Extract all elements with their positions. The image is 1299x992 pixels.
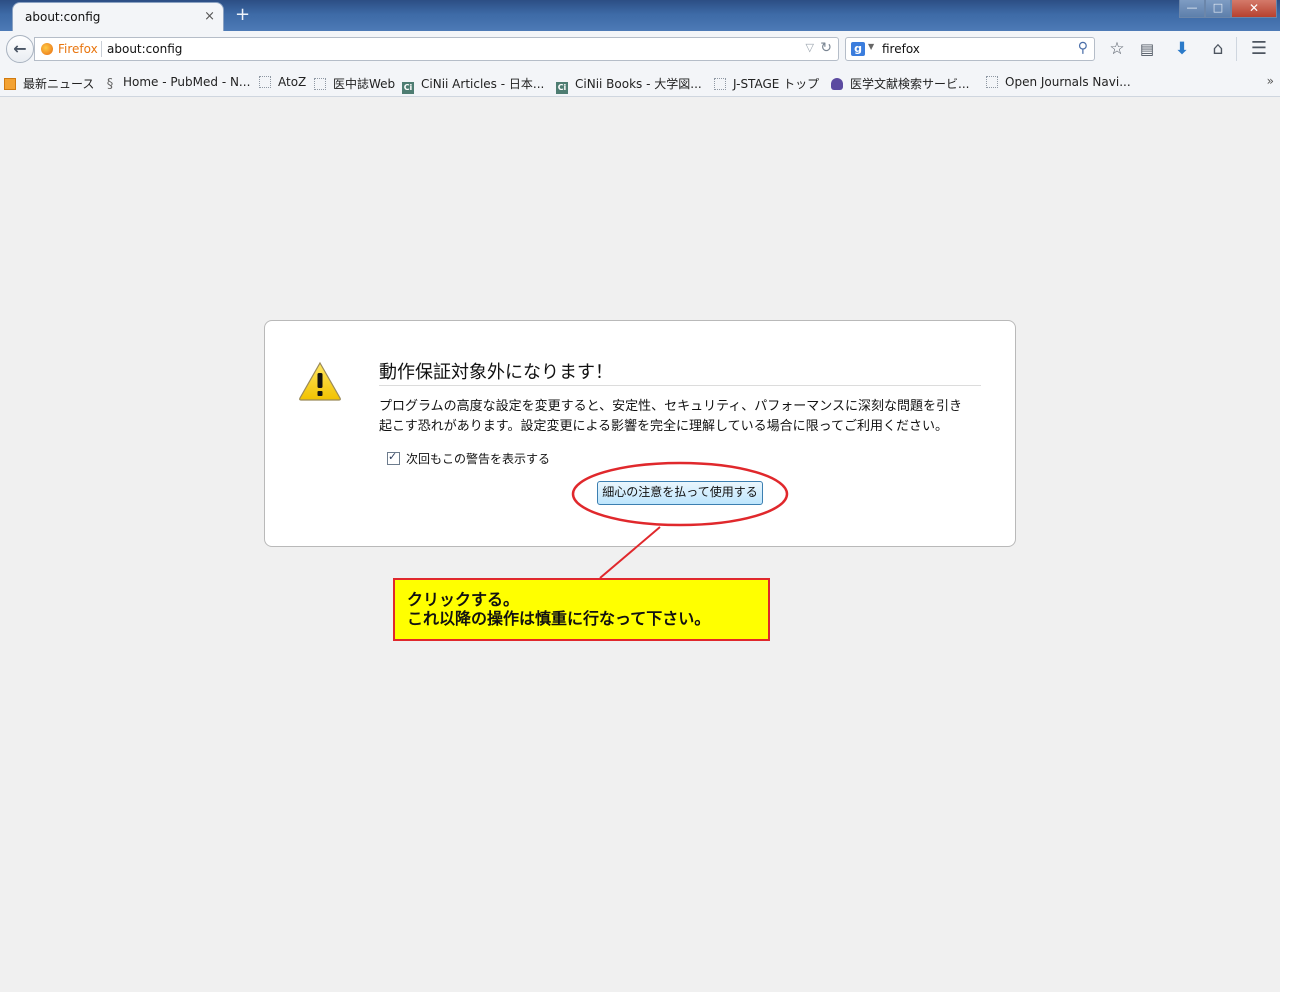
annotation-overlay: [571, 461, 789, 579]
highlight-ellipse: [571, 461, 789, 527]
callout-pointer-line: [599, 526, 661, 579]
callout-line: これ以降の操作は慎重に行なって下さい。: [407, 609, 711, 628]
annotation-callout: クリックする。 これ以降の操作は慎重に行なって下さい。: [393, 578, 770, 641]
callout-line: クリックする。: [407, 590, 520, 609]
